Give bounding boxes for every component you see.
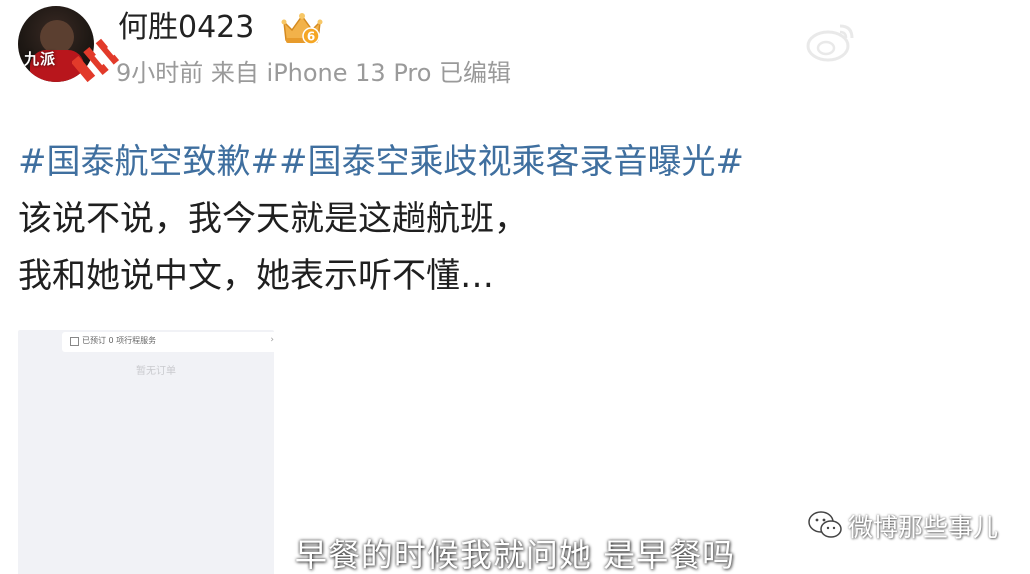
post-text-line: 该说不说，我今天就是这趟航班， bbox=[18, 199, 528, 239]
avatar-watermark-text: 九派 bbox=[24, 50, 57, 68]
post-meta: 9小时前 来自 iPhone 13 Pro 已编辑 bbox=[116, 59, 512, 87]
badge-level: 6 bbox=[307, 30, 315, 44]
weibo-watermark-icon bbox=[806, 24, 854, 62]
hashtag-cathay-apology[interactable]: #国泰航空致歉# bbox=[18, 142, 279, 182]
hashtag-line: #国泰航空致歉##国泰空乘歧视乘客录音曝光# bbox=[18, 134, 1008, 191]
hashtag-cathay-discrimination[interactable]: #国泰空乘歧视乘客录音曝光# bbox=[279, 142, 744, 182]
chevron-right-icon: › bbox=[270, 335, 274, 345]
weibo-watermark bbox=[806, 20, 1016, 80]
order-icon bbox=[70, 337, 79, 346]
embed-order-row: 已预订 0 项行程服务 › bbox=[62, 332, 274, 352]
video-subtitle: 早餐的时候我就问她 是早餐吗 bbox=[294, 536, 736, 574]
embed-row-label: 已预订 0 项行程服务 bbox=[82, 336, 157, 345]
post-text-line: 我和她说中文，她表示听不懂… bbox=[18, 256, 494, 296]
weibo-post-screenshot: 九派 何胜0423 6 9小时前 来自 iPhone 13 Pro 已编辑 #国… bbox=[0, 0, 1030, 574]
level-crown-badge-icon: 6 bbox=[281, 13, 323, 45]
embed-faded-text: 暂无订单 bbox=[136, 366, 176, 377]
username[interactable]: 何胜0423 bbox=[118, 8, 254, 48]
post-body: #国泰航空致歉##国泰空乘歧视乘客录音曝光# 该说不说，我今天就是这趟航班， 我… bbox=[18, 134, 1008, 305]
